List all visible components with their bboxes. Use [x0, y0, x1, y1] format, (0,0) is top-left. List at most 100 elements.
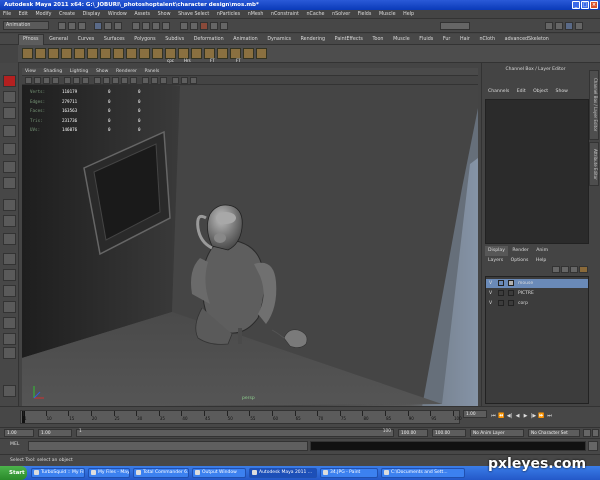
- menu-ncache[interactable]: nCache: [304, 10, 328, 19]
- range-slider-bar[interactable]: 1 100: [76, 429, 394, 437]
- attribute-editor-side-tab[interactable]: Attribute Editor: [589, 142, 599, 186]
- menu-muscle[interactable]: Muscle: [376, 10, 399, 19]
- paint-tool-icon[interactable]: [3, 385, 16, 397]
- persp-outliner-layout-icon[interactable]: [3, 285, 16, 297]
- viewport-menu-panels[interactable]: Panels: [142, 68, 163, 76]
- hypershade-layout-icon[interactable]: [3, 317, 16, 329]
- image-plane-icon[interactable]: [52, 77, 59, 84]
- history-icon[interactable]: [180, 22, 188, 30]
- close-button[interactable]: ×: [590, 1, 598, 9]
- shelf-tool-icon[interactable]: [74, 48, 85, 59]
- ipr-render-icon[interactable]: [210, 22, 218, 30]
- isolate-select-icon[interactable]: [151, 77, 158, 84]
- render-view-icon[interactable]: [190, 22, 198, 30]
- step-forward-icon[interactable]: ⏩: [538, 413, 545, 420]
- layer-menu-layers[interactable]: Layers: [485, 258, 506, 263]
- menu-show[interactable]: Show: [155, 10, 174, 19]
- move-layer-down-icon[interactable]: [561, 266, 569, 273]
- tab-display-layers[interactable]: Display: [485, 246, 508, 256]
- go-to-start-icon[interactable]: ⏮: [490, 413, 497, 420]
- shelf-tool-icon[interactable]: [87, 48, 98, 59]
- script-editor-icon[interactable]: [588, 441, 598, 451]
- tab-fluids[interactable]: Fluids: [415, 35, 437, 45]
- layer-color-swatch[interactable]: [508, 280, 514, 286]
- new-layer-selected-icon[interactable]: [579, 266, 588, 273]
- menu-edit[interactable]: Edit: [16, 10, 31, 19]
- menu-nsolver[interactable]: nSolver: [329, 10, 353, 19]
- bookmark-icon[interactable]: [43, 77, 50, 84]
- menu-file[interactable]: File: [0, 10, 14, 19]
- snap-grid-icon[interactable]: [132, 22, 140, 30]
- taskbar-item[interactable]: Output Window: [192, 468, 246, 478]
- ambient-occlusion-icon[interactable]: [181, 77, 188, 84]
- tab-hair[interactable]: Hair: [456, 35, 474, 45]
- menu-fields[interactable]: Fields: [355, 10, 375, 19]
- shelf-tool-icon[interactable]: [126, 48, 137, 59]
- layer-row[interactable]: V mouse: [486, 279, 588, 288]
- menu-assets[interactable]: Assets: [131, 10, 153, 19]
- layer-menu-help[interactable]: Help: [533, 258, 549, 263]
- shelf-tool-icon[interactable]: [100, 48, 111, 59]
- textured-icon[interactable]: [121, 77, 128, 84]
- tab-render-layers[interactable]: Render: [509, 248, 531, 253]
- select-hierarchy-icon[interactable]: [94, 22, 102, 30]
- shelf-tool-icon[interactable]: [139, 48, 150, 59]
- menu-display[interactable]: Display: [80, 10, 104, 19]
- wireframe-on-shaded-icon[interactable]: [112, 77, 119, 84]
- layer-visibility-toggle[interactable]: V: [489, 279, 492, 288]
- current-frame-field[interactable]: 1.00: [463, 410, 487, 418]
- maximize-button[interactable]: □: [581, 1, 589, 9]
- layer-playback-toggle[interactable]: [498, 290, 504, 296]
- tab-surfaces[interactable]: Surfaces: [100, 35, 129, 45]
- channel-list[interactable]: [485, 99, 589, 244]
- tab-animation[interactable]: Animation: [229, 35, 261, 45]
- snap-point-icon[interactable]: [152, 22, 160, 30]
- taskbar-item[interactable]: Autodesk Maya 2011 ...: [249, 468, 317, 478]
- start-button[interactable]: Start: [0, 466, 27, 480]
- input-field[interactable]: [440, 22, 470, 30]
- tab-fur[interactable]: Fur: [439, 35, 455, 45]
- move-tool-icon[interactable]: [3, 125, 16, 137]
- grid-icon[interactable]: [64, 77, 71, 84]
- taskbar-item[interactable]: My Files - Maya...: [88, 468, 130, 478]
- tab-curves[interactable]: Curves: [74, 35, 99, 45]
- shelf-tool-icon[interactable]: [48, 48, 59, 59]
- anti-alias-icon[interactable]: [190, 77, 197, 84]
- tab-anim-layers[interactable]: Anim: [533, 248, 551, 253]
- wireframe-icon[interactable]: [94, 77, 101, 84]
- channel-menu-object[interactable]: Object: [530, 89, 551, 94]
- smooth-shade-icon[interactable]: [103, 77, 110, 84]
- menu-create[interactable]: Create: [56, 10, 78, 19]
- channel-box-side-tab[interactable]: Channel Box / Layer Editor: [589, 70, 599, 140]
- open-scene-icon[interactable]: [68, 22, 76, 30]
- tab-pfnoss[interactable]: Pfnoss: [18, 34, 44, 45]
- layer-color-swatch[interactable]: [508, 290, 514, 296]
- show-attribute-editor-icon[interactable]: [545, 22, 553, 30]
- taskbar-item[interactable]: Total Commander 6.03 ...: [133, 468, 189, 478]
- graph-editor-layout-icon[interactable]: [3, 347, 16, 359]
- new-empty-layer-icon[interactable]: [570, 266, 578, 273]
- step-forward-frame-icon[interactable]: |▶: [530, 413, 537, 420]
- channel-menu-show[interactable]: Show: [553, 89, 571, 94]
- step-back-icon[interactable]: ⏪: [498, 413, 505, 420]
- lights-icon[interactable]: [130, 77, 137, 84]
- viewport-menu-show[interactable]: Show: [93, 68, 111, 76]
- tab-ncloth[interactable]: nCloth: [475, 35, 499, 45]
- shelf-tool-icon[interactable]: [152, 48, 163, 59]
- show-tool-settings-icon[interactable]: [555, 22, 563, 30]
- select-tool-icon[interactable]: [3, 75, 16, 87]
- camera-attributes-icon[interactable]: [34, 77, 41, 84]
- viewport-menu-shading[interactable]: Shading: [41, 68, 66, 76]
- menu-shave-select[interactable]: Shave Select: [175, 10, 212, 19]
- viewport-menu-renderer[interactable]: Renderer: [113, 68, 140, 76]
- rotate-tool-icon[interactable]: [3, 143, 16, 155]
- layer-row[interactable]: V PICTRE: [486, 289, 588, 298]
- move-layer-up-icon[interactable]: [552, 266, 560, 273]
- menu-help[interactable]: Help: [400, 10, 417, 19]
- auto-keyframe-icon[interactable]: [583, 429, 591, 437]
- show-channel-box-icon[interactable]: [565, 22, 573, 30]
- tab-subdivs[interactable]: Subdivs: [161, 35, 188, 45]
- menu-nconstraint[interactable]: nConstraint: [268, 10, 302, 19]
- shelf-tool-icon[interactable]: [22, 48, 33, 59]
- persp-graph-layout-icon[interactable]: [3, 301, 16, 313]
